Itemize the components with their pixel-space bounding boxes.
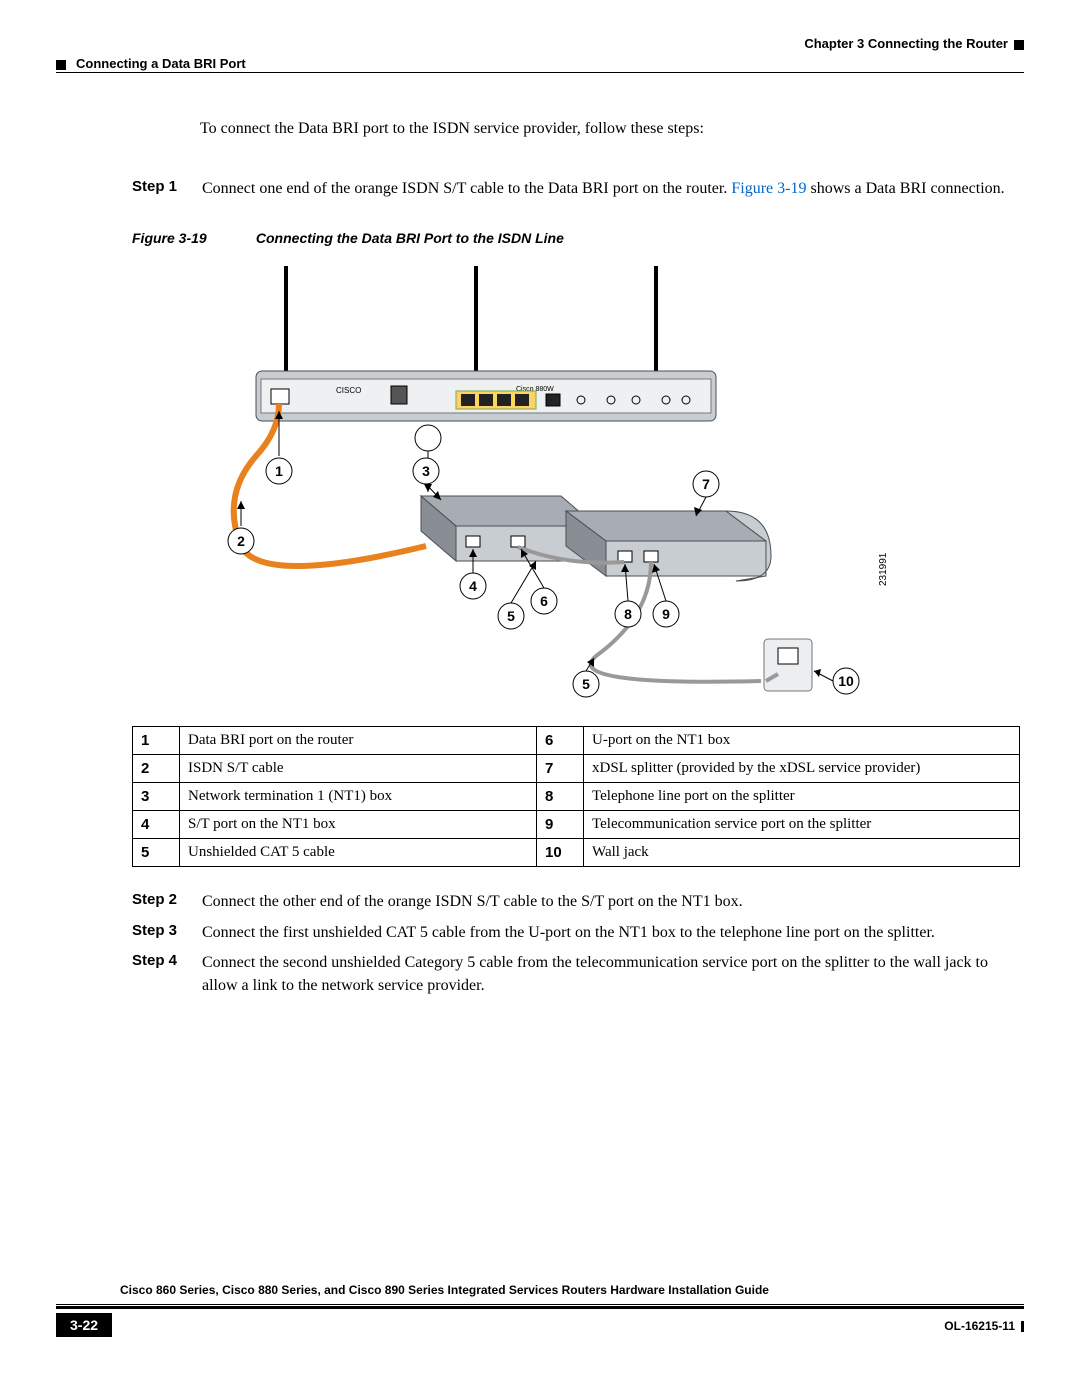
step-4-label: Step 4 — [132, 952, 202, 969]
svg-text:9: 9 — [662, 606, 670, 622]
main-content: To connect the Data BRI port to the ISDN… — [200, 120, 1020, 1005]
legend-num: 9 — [537, 811, 584, 839]
legend-desc: S/T port on the NT1 box — [180, 811, 537, 839]
doc-id: OL-16215-11 — [944, 1319, 1024, 1333]
step-2-label: Step 2 — [132, 891, 202, 908]
svg-text:231991: 231991 — [878, 553, 889, 587]
svg-text:7: 7 — [702, 476, 710, 492]
table-row: 5 Unshielded CAT 5 cable 10 Wall jack — [133, 839, 1020, 867]
header-chapter: Chapter 3 Connecting the Router — [804, 36, 1024, 51]
legend-num: 5 — [133, 839, 180, 867]
legend-num: 10 — [537, 839, 584, 867]
router-diagram-svg: CISCO Cisco 880W — [132, 256, 1020, 706]
legend-desc: Unshielded CAT 5 cable — [180, 839, 537, 867]
table-row: 2 ISDN S/T cable 7 xDSL splitter (provid… — [133, 755, 1020, 783]
legend-desc: Telephone line port on the splitter — [584, 783, 1020, 811]
step-1-text-a: Connect one end of the orange ISDN S/T c… — [202, 180, 731, 197]
figure-number: Figure 3-19 — [132, 230, 252, 246]
legend-num: 2 — [133, 755, 180, 783]
step-1-text: Connect one end of the orange ISDN S/T c… — [202, 178, 1005, 200]
svg-text:CISCO: CISCO — [336, 386, 361, 395]
svg-text:10: 10 — [838, 673, 854, 689]
svg-text:1: 1 — [275, 463, 283, 479]
document-page: Chapter 3 Connecting the Router Connecti… — [0, 0, 1080, 1397]
legend-num: 4 — [133, 811, 180, 839]
svg-text:4: 4 — [469, 578, 477, 594]
table-row: 4 S/T port on the NT1 box 9 Telecommunic… — [133, 811, 1020, 839]
legend-desc: Telecommunication service port on the sp… — [584, 811, 1020, 839]
figure-title: Connecting the Data BRI Port to the ISDN… — [256, 230, 564, 246]
intro-text: To connect the Data BRI port to the ISDN… — [200, 120, 1020, 138]
step-3: Step 3 Connect the first unshielded CAT … — [200, 922, 1020, 944]
legend-num: 7 — [537, 755, 584, 783]
step-3-text: Connect the first unshielded CAT 5 cable… — [202, 922, 935, 944]
figure-link[interactable]: Figure 3-19 — [731, 180, 806, 197]
page-number: 3-22 — [56, 1313, 112, 1337]
table-row: 3 Network termination 1 (NT1) box 8 Tele… — [133, 783, 1020, 811]
footer-rule-thick — [56, 1306, 1024, 1309]
svg-text:5: 5 — [507, 608, 515, 624]
svg-text:6: 6 — [540, 593, 548, 609]
step-2: Step 2 Connect the other end of the oran… — [200, 891, 1020, 913]
step-1: Step 1 Connect one end of the orange ISD… — [200, 178, 1020, 200]
figure-caption: Figure 3-19 Connecting the Data BRI Port… — [132, 230, 1020, 246]
legend-desc: ISDN S/T cable — [180, 755, 537, 783]
step-1-label: Step 1 — [132, 178, 202, 195]
legend-num: 3 — [133, 783, 180, 811]
legend-desc: Wall jack — [584, 839, 1020, 867]
legend-num: 1 — [133, 727, 180, 755]
svg-text:2: 2 — [237, 533, 245, 549]
footer-doc-title: Cisco 860 Series, Cisco 880 Series, and … — [120, 1283, 769, 1297]
figure-diagram: CISCO Cisco 880W — [132, 256, 1020, 706]
header-section-text: Connecting a Data BRI Port — [76, 56, 246, 71]
svg-text:8: 8 — [624, 606, 632, 622]
footer-rule-thin — [56, 1304, 1024, 1305]
step-4-text: Connect the second unshielded Category 5… — [202, 952, 1020, 997]
legend-desc: Data BRI port on the router — [180, 727, 537, 755]
step-1-text-b: shows a Data BRI connection. — [806, 180, 1004, 197]
table-row: 1 Data BRI port on the router 6 U-port o… — [133, 727, 1020, 755]
step-4: Step 4 Connect the second unshielded Cat… — [200, 952, 1020, 997]
svg-text:3: 3 — [422, 463, 430, 479]
legend-num: 6 — [537, 727, 584, 755]
header-section: Connecting a Data BRI Port — [56, 56, 246, 71]
header-rule — [56, 72, 1024, 73]
legend-desc: U-port on the NT1 box — [584, 727, 1020, 755]
legend-desc: xDSL splitter (provided by the xDSL serv… — [584, 755, 1020, 783]
step-2-text: Connect the other end of the orange ISDN… — [202, 891, 743, 913]
step-3-label: Step 3 — [132, 922, 202, 939]
figure-legend-table: 1 Data BRI port on the router 6 U-port o… — [132, 726, 1020, 867]
legend-desc: Network termination 1 (NT1) box — [180, 783, 537, 811]
svg-text:5: 5 — [582, 676, 590, 692]
legend-num: 8 — [537, 783, 584, 811]
